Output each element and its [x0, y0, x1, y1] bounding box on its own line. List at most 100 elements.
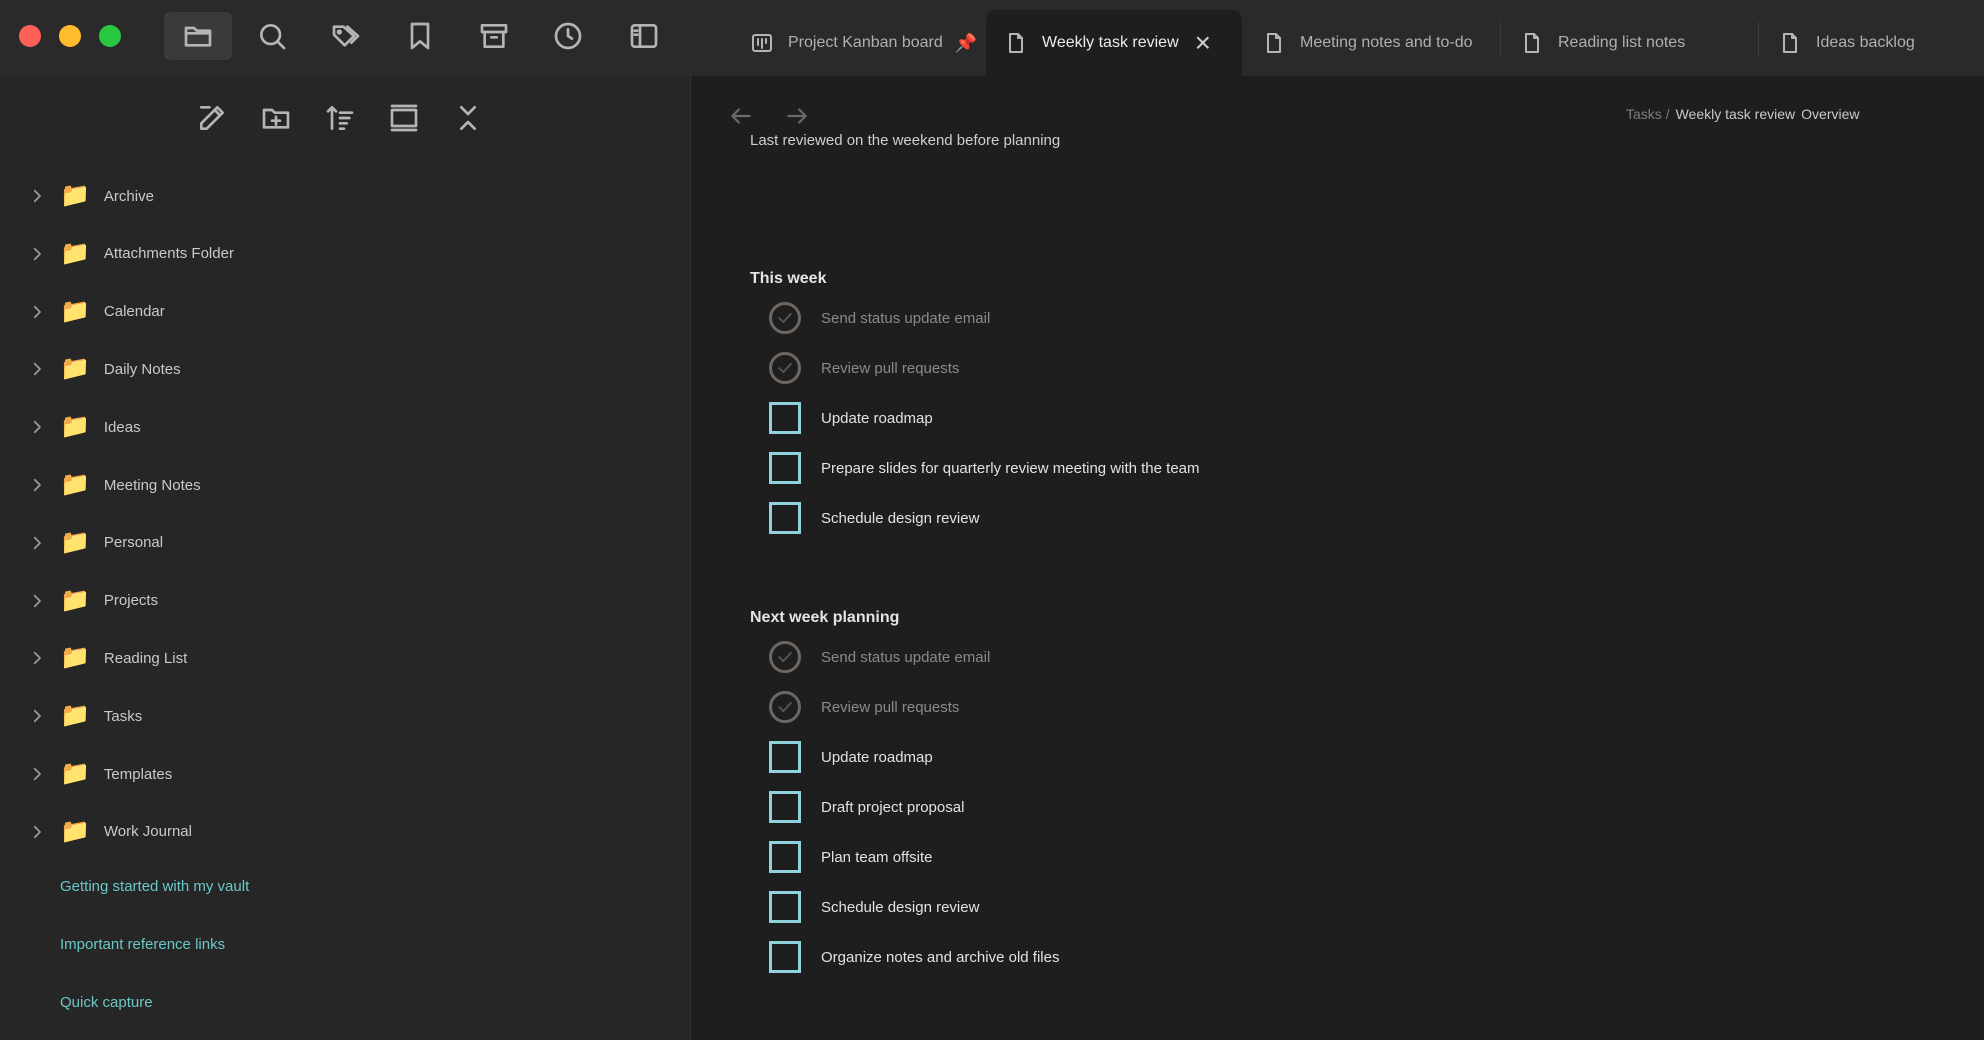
file-item[interactable]: Important reference links — [60, 926, 225, 962]
chevron-right-icon[interactable] — [26, 474, 48, 496]
task-checkbox[interactable] — [769, 402, 801, 434]
folder-icon: 📁 — [60, 644, 90, 672]
folder-name: Reading List — [103, 649, 188, 667]
folder-icon: 📁 — [60, 239, 90, 267]
minimize-window-button[interactable] — [59, 25, 81, 47]
tab-active-note[interactable]: Weekly task review × — [986, 10, 1242, 76]
folder-item[interactable]: 📁 Tasks — [26, 696, 646, 736]
folder-item[interactable]: 📁 Archive — [26, 176, 646, 216]
archive-icon[interactable] — [472, 14, 516, 58]
tab-meeting-notes[interactable]: Meeting notes and to-do — [1244, 10, 1494, 76]
tab-label: Ideas backlog — [1816, 34, 1915, 51]
folder-icon: 📁 — [60, 297, 90, 325]
breadcrumb-next[interactable]: Overview — [1801, 106, 1859, 122]
task-item: Update roadmap — [769, 398, 933, 438]
folder-item[interactable]: 📁 Projects — [26, 581, 646, 621]
task-item: Send status update email — [769, 637, 990, 677]
tab-ideas-backlog[interactable]: Ideas backlog — [1760, 10, 1984, 76]
folder-item[interactable]: 📁 Ideas — [26, 407, 646, 447]
folder-item[interactable]: 📁 Templates — [26, 754, 646, 794]
folder-item[interactable]: 📁 Attachments Folder — [26, 234, 646, 274]
file-icon — [1267, 33, 1281, 53]
task-checkbox[interactable] — [769, 841, 801, 873]
task-item: Review pull requests — [769, 348, 959, 388]
sort-icon[interactable] — [320, 98, 360, 138]
task-item: Plan team offsite — [769, 837, 932, 877]
folder-item[interactable]: 📁 Daily Notes — [26, 349, 646, 389]
task-text: Schedule design review — [821, 898, 980, 916]
clock-icon[interactable] — [546, 14, 590, 58]
folder-name: Projects — [103, 592, 159, 610]
folder-name: Personal — [103, 534, 164, 552]
task-checkbox[interactable] — [769, 502, 801, 534]
folder-name: Daily Notes — [103, 360, 181, 378]
task-text: Schedule design review — [821, 509, 980, 527]
task-item: Send status update email — [769, 298, 990, 338]
new-note-icon[interactable] — [192, 98, 232, 138]
task-checkbox[interactable] — [769, 941, 801, 973]
folder-name: Templates — [103, 765, 173, 783]
chevron-right-icon[interactable] — [26, 416, 48, 438]
folder-icon: 📁 — [60, 528, 90, 556]
task-checked-checkbox[interactable] — [769, 691, 801, 723]
title-bar: Project Kanban board 📌 Weekly task revie… — [0, 0, 1984, 76]
file-item[interactable]: Getting started with my vault — [60, 868, 249, 904]
task-item: Update roadmap — [769, 737, 933, 777]
sidebar-toggle-icon[interactable] — [622, 14, 666, 58]
task-checkbox[interactable] — [769, 791, 801, 823]
chevron-right-icon[interactable] — [26, 821, 48, 843]
task-text: Review pull requests — [821, 698, 960, 716]
section-heading: This week — [750, 270, 827, 287]
chevron-right-icon[interactable] — [26, 705, 48, 727]
folder-item[interactable]: 📁 Personal — [26, 523, 646, 563]
task-item: Schedule design review — [769, 887, 979, 927]
task-text: Draft project proposal — [821, 798, 965, 816]
chevron-right-icon[interactable] — [26, 647, 48, 669]
auto-reveal-icon[interactable] — [384, 98, 424, 138]
chevron-right-icon[interactable] — [26, 185, 48, 207]
task-checked-checkbox[interactable] — [769, 302, 801, 334]
chevron-right-icon[interactable] — [26, 243, 48, 265]
folder-item[interactable]: 📁 Work Journal — [26, 812, 646, 852]
chevron-right-icon[interactable] — [26, 532, 48, 554]
tab-reading-list[interactable]: Reading list notes — [1502, 10, 1756, 76]
maximize-window-button[interactable] — [99, 25, 121, 47]
tab-kanban[interactable]: Project Kanban board 📌 — [732, 10, 982, 76]
chevron-right-icon[interactable] — [26, 763, 48, 785]
file-icon — [1783, 33, 1797, 53]
folder-icon: 📁 — [60, 182, 90, 209]
task-checked-checkbox[interactable] — [769, 641, 801, 673]
breadcrumb[interactable]: Tasks / Weekly task review Overview — [1626, 106, 1984, 122]
task-checkbox[interactable] — [769, 741, 801, 773]
file-item[interactable]: Quick capture — [60, 984, 153, 1020]
chevron-right-icon[interactable] — [26, 301, 48, 323]
forward-arrow-icon[interactable] — [779, 98, 815, 134]
search-icon[interactable] — [250, 14, 294, 58]
folder-icon: 📁 — [60, 471, 90, 498]
breadcrumb-current: Weekly task review — [1675, 106, 1796, 122]
tags-icon[interactable] — [324, 14, 368, 58]
folder-item[interactable]: 📁 Meeting Notes — [26, 465, 646, 505]
task-checkbox[interactable] — [769, 891, 801, 923]
chevron-right-icon[interactable] — [26, 590, 48, 612]
folder-name: Archive — [103, 187, 154, 205]
folder-item[interactable]: 📁 Reading List — [26, 638, 646, 678]
folder-item[interactable]: 📁 Calendar — [26, 292, 646, 332]
files-icon[interactable] — [164, 12, 232, 60]
editor-pane: Tasks / Weekly task review Overview Last… — [691, 76, 1984, 1040]
back-arrow-icon[interactable] — [723, 98, 759, 134]
close-window-button[interactable] — [19, 25, 41, 47]
task-text: Send status update email — [821, 648, 991, 666]
collapse-all-icon[interactable] — [448, 98, 488, 138]
new-folder-icon[interactable] — [256, 98, 296, 138]
pin-icon[interactable]: 📌 — [955, 33, 977, 54]
task-checked-checkbox[interactable] — [769, 352, 801, 384]
tab-label: Meeting notes and to-do — [1300, 34, 1473, 51]
breadcrumb-parent[interactable]: Tasks / — [1626, 106, 1670, 122]
bookmark-icon[interactable] — [398, 14, 442, 58]
close-icon[interactable]: × — [1195, 29, 1211, 57]
folder-icon: 📁 — [60, 586, 90, 614]
tab-separator — [1758, 22, 1759, 56]
chevron-right-icon[interactable] — [26, 358, 48, 380]
task-checkbox[interactable] — [769, 452, 801, 484]
